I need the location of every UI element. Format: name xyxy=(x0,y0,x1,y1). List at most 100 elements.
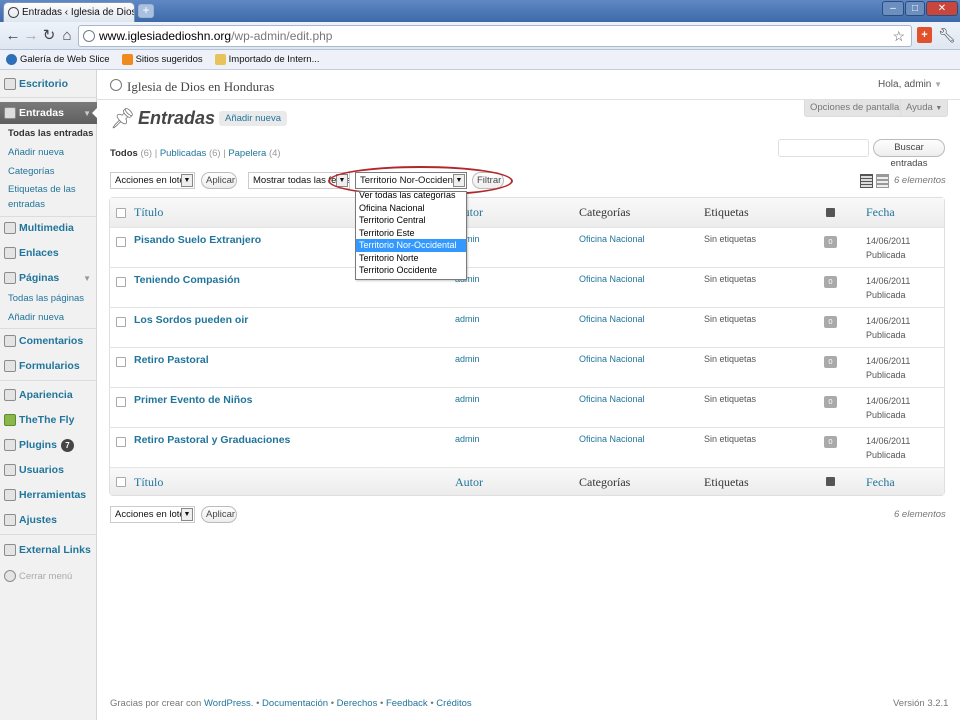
bookmark-web-slice[interactable]: Galería de Web Slice xyxy=(6,54,110,65)
sidebar-item-enlaces[interactable]: Enlaces xyxy=(0,242,97,264)
back-icon[interactable]: ← xyxy=(5,27,21,45)
comment-bubble-icon[interactable] xyxy=(826,208,835,217)
footer-wordpress-link[interactable]: WordPress. xyxy=(204,698,253,709)
select-all-checkbox[interactable] xyxy=(116,208,126,218)
submenu-categories[interactable]: Categorías xyxy=(8,166,54,178)
column-title[interactable]: Título xyxy=(134,205,163,220)
comment-count-bubble[interactable]: 0 xyxy=(824,276,837,288)
comment-bubble-icon[interactable] xyxy=(826,477,835,486)
dropdown-option[interactable]: Territorio Occidente xyxy=(356,264,466,277)
sidebar-item-formularios[interactable]: Formularios xyxy=(0,355,97,377)
add-new-post-button[interactable]: Añadir nueva xyxy=(219,111,287,126)
excerpt-view-icon[interactable] xyxy=(876,174,889,188)
comment-count-bubble[interactable]: 0 xyxy=(824,316,837,328)
home-icon[interactable]: ⌂ xyxy=(59,27,75,45)
search-posts-button[interactable]: Buscar entradas xyxy=(873,139,945,169)
footer-rights-link[interactable]: Derechos xyxy=(337,698,378,709)
post-title-link[interactable]: Retiro Pastoral y Graduaciones xyxy=(134,434,290,446)
submenu-add-new-page[interactable]: Añadir nueva xyxy=(8,312,64,324)
row-checkbox[interactable] xyxy=(116,437,126,447)
help-button[interactable]: Ayuda ▼ xyxy=(900,100,949,117)
sidebar-item-apariencia[interactable]: Apariencia xyxy=(0,384,97,406)
sidebar-item-thethe-fly[interactable]: TheThe Fly xyxy=(0,409,97,431)
sidebar-item-comentarios[interactable]: Comentarios xyxy=(0,330,97,352)
post-category-link[interactable]: Oficina Nacional xyxy=(579,314,645,324)
dropdown-option[interactable]: Oficina Nacional xyxy=(356,202,466,215)
address-bar[interactable]: www.iglesiadedioshn.org /wp-admin/edit.p… xyxy=(78,25,912,47)
dropdown-option[interactable]: Ver todas las categorías xyxy=(356,192,466,202)
sidebar-item-ajustes[interactable]: Ajustes xyxy=(0,509,97,531)
post-category-link[interactable]: Oficina Nacional xyxy=(579,394,645,404)
sidebar-item-plugins[interactable]: Plugins 7 xyxy=(0,434,97,456)
submenu-add-new-post[interactable]: Añadir nueva xyxy=(8,147,64,159)
row-checkbox[interactable] xyxy=(116,277,126,287)
search-input[interactable] xyxy=(778,139,869,157)
dropdown-option[interactable]: Territorio Este xyxy=(356,227,466,240)
reload-icon[interactable]: ↻ xyxy=(41,27,57,45)
post-category-link[interactable]: Oficina Nacional xyxy=(579,434,645,444)
bookmark-suggested-sites[interactable]: Sitios sugeridos xyxy=(121,54,203,65)
sidebar-item-paginas[interactable]: Páginas ▼ xyxy=(0,267,97,289)
post-title-link[interactable]: Pisando Suelo Extranjero xyxy=(134,234,261,246)
comment-count-bubble[interactable]: 0 xyxy=(824,436,837,448)
screen-options-button[interactable]: Opciones de pantalla ▼ xyxy=(804,100,915,117)
submenu-all-posts[interactable]: Todas las entradas xyxy=(8,128,93,140)
sidebar-item-external-links[interactable]: External Links xyxy=(0,539,97,561)
bookmark-imported-folder[interactable]: Importado de Intern... xyxy=(214,54,320,65)
post-author-link[interactable]: admin xyxy=(455,354,480,364)
post-author-link[interactable]: admin xyxy=(455,314,480,324)
post-category-link[interactable]: Oficina Nacional xyxy=(579,354,645,364)
row-checkbox[interactable] xyxy=(116,237,126,247)
collapse-menu[interactable]: Cerrar menú xyxy=(0,565,97,587)
status-published[interactable]: Publicadas xyxy=(160,148,206,159)
comment-count-bubble[interactable]: 0 xyxy=(824,236,837,248)
submenu-all-pages[interactable]: Todas las páginas xyxy=(8,293,84,305)
column-date[interactable]: Fecha xyxy=(866,205,895,220)
column-date-bottom[interactable]: Fecha xyxy=(866,475,895,490)
status-trash[interactable]: Papelera xyxy=(228,148,266,159)
list-view-icon[interactable] xyxy=(860,174,873,188)
sidebar-item-usuarios[interactable]: Usuarios xyxy=(0,459,97,481)
bookmark-star-icon[interactable]: ☆ xyxy=(892,28,905,45)
browser-tab[interactable]: Entradas ‹ Iglesia de Dios en × xyxy=(3,2,135,22)
footer-credits-link[interactable]: Créditos xyxy=(436,698,471,709)
post-category-link[interactable]: Oficina Nacional xyxy=(579,234,645,244)
post-author-link[interactable]: admin xyxy=(455,394,480,404)
submenu-tags[interactable]: Etiquetas de las xyxy=(8,184,76,196)
bulk-actions-select[interactable]: Acciones en lote ▼ xyxy=(110,172,195,189)
apply-button[interactable]: Aplicar xyxy=(201,172,237,189)
sidebar-item-herramientas[interactable]: Herramientas xyxy=(0,484,97,506)
row-checkbox[interactable] xyxy=(116,397,126,407)
row-checkbox[interactable] xyxy=(116,317,126,327)
new-tab-button[interactable]: + xyxy=(138,4,154,18)
row-checkbox[interactable] xyxy=(116,357,126,367)
submenu-tags-continued[interactable]: entradas xyxy=(8,199,45,211)
site-title[interactable]: Iglesia de Dios en Honduras xyxy=(127,79,274,95)
post-title-link[interactable]: Retiro Pastoral xyxy=(134,354,209,366)
close-window-button[interactable]: ✕ xyxy=(926,1,958,16)
user-greeting[interactable]: Hola, admin ▼ xyxy=(878,79,942,90)
maximize-button[interactable]: □ xyxy=(905,1,925,16)
dropdown-option-selected[interactable]: Territorio Nor-Occidental xyxy=(356,239,466,252)
sidebar-item-escritorio[interactable]: Escritorio xyxy=(0,73,97,95)
post-title-link[interactable]: Primer Evento de Niños xyxy=(134,394,252,406)
wrench-icon[interactable]: 🔧︎ xyxy=(938,27,956,44)
status-all[interactable]: Todos xyxy=(110,148,138,159)
comment-count-bubble[interactable]: 0 xyxy=(824,396,837,408)
post-title-link[interactable]: Teniendo Compasión xyxy=(134,274,240,286)
footer-docs-link[interactable]: Documentación xyxy=(262,698,328,709)
bulk-actions-select-bottom[interactable]: Acciones en lote ▼ xyxy=(110,506,195,523)
footer-feedback-link[interactable]: Feedback xyxy=(386,698,428,709)
dropdown-option[interactable]: Territorio Central xyxy=(356,214,466,227)
post-category-link[interactable]: Oficina Nacional xyxy=(579,274,645,284)
dropdown-option[interactable]: Territorio Norte xyxy=(356,252,466,265)
comment-count-bubble[interactable]: 0 xyxy=(824,356,837,368)
apply-button-bottom[interactable]: Aplicar xyxy=(201,506,237,523)
select-all-checkbox-bottom[interactable] xyxy=(116,477,126,487)
forward-icon[interactable]: → xyxy=(23,27,39,45)
sidebar-item-multimedia[interactable]: Multimedia xyxy=(0,217,97,239)
post-title-link[interactable]: Los Sordos pueden oir xyxy=(134,314,248,326)
post-author-link[interactable]: admin xyxy=(455,434,480,444)
extension-icon[interactable]: + xyxy=(917,27,932,43)
sidebar-item-entradas[interactable]: Entradas ▼ xyxy=(0,102,98,124)
